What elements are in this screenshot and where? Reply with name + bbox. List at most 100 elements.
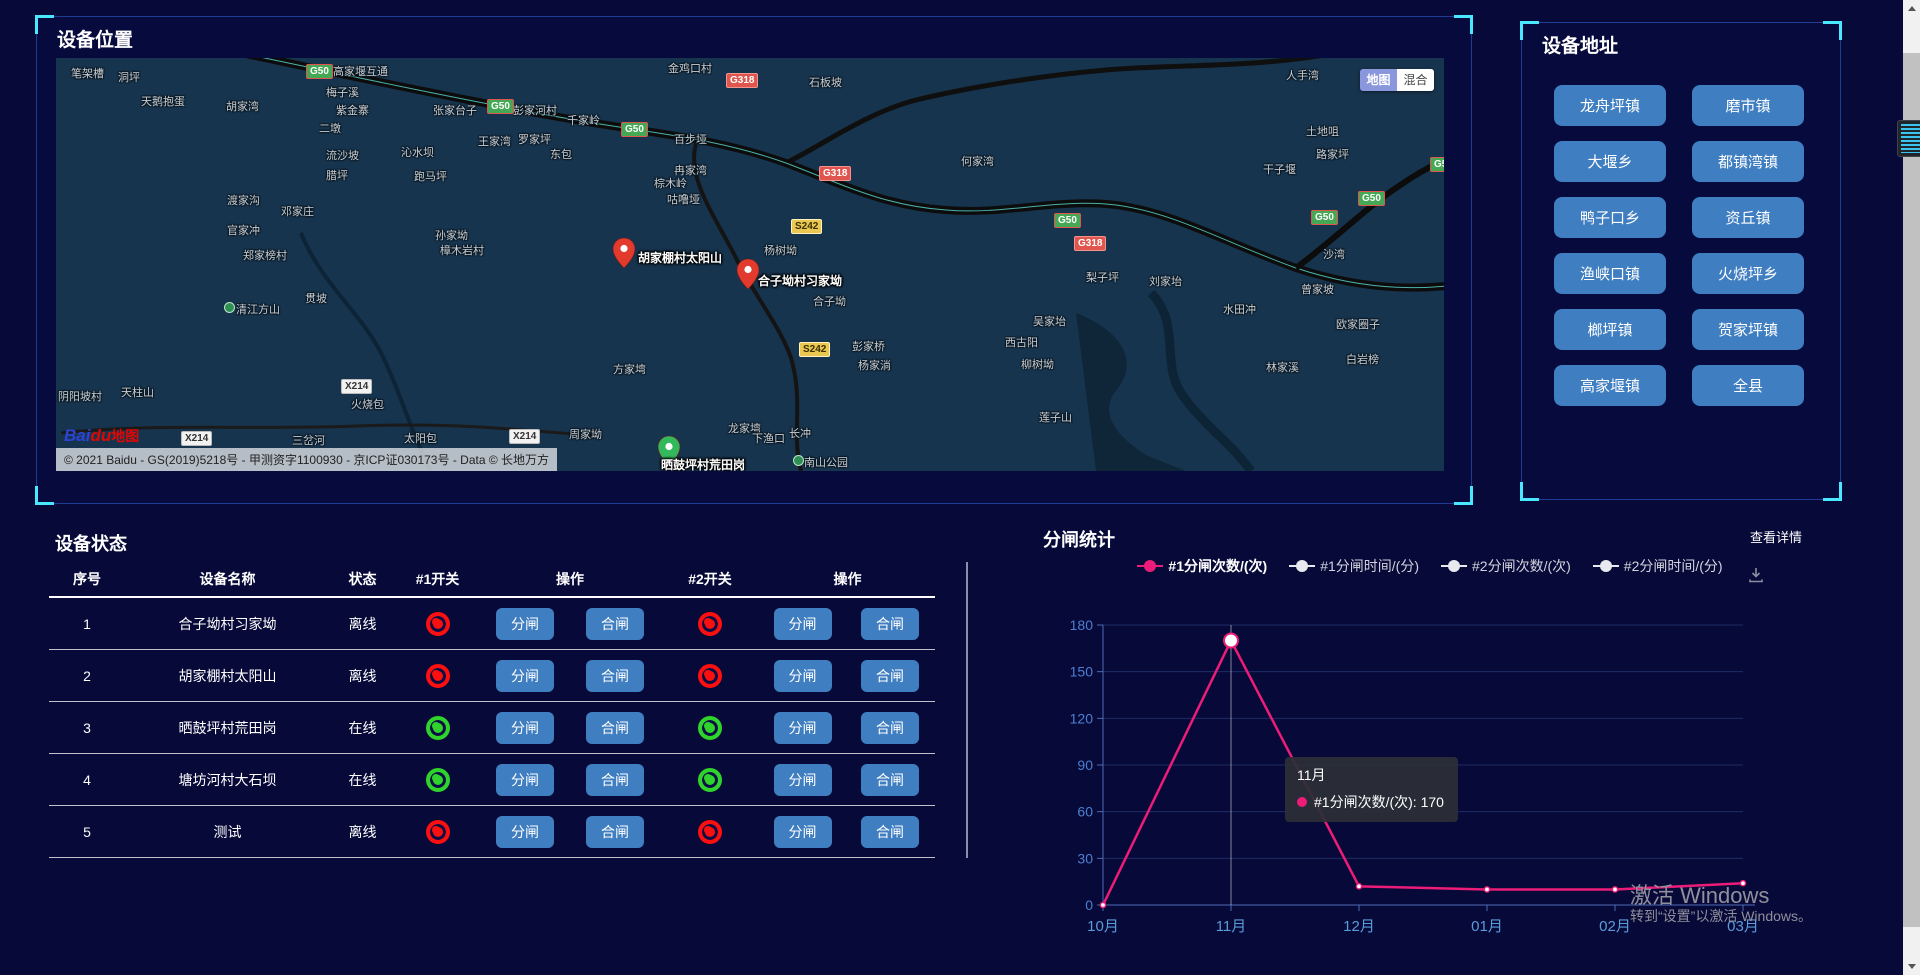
- x-tick-label: 11月: [1216, 918, 1247, 935]
- map-place-label: 刘家坮: [1149, 273, 1182, 289]
- address-button-3[interactable]: 都镇湾镇: [1692, 141, 1804, 182]
- address-button-6[interactable]: 渔峡口镇: [1554, 253, 1666, 294]
- map-place-label: 流沙坡: [326, 147, 359, 163]
- map-type-hybrid[interactable]: 混合: [1397, 69, 1434, 91]
- road-shield-g50: G50: [621, 122, 648, 137]
- map-place-label: 百步垭: [674, 131, 707, 147]
- switch1-open-button[interactable]: 分闸: [496, 660, 554, 692]
- switch1-cell: [395, 612, 480, 636]
- map-place-label: 贯坡: [305, 290, 327, 306]
- baidu-logo-bai: Bai: [64, 426, 90, 445]
- switch1-open-cell: 分闸: [480, 608, 570, 640]
- address-button-11[interactable]: 全县: [1692, 365, 1804, 406]
- road-shield-s242: S242: [799, 342, 830, 357]
- address-button-1[interactable]: 磨市镇: [1692, 85, 1804, 126]
- switch2-open-button[interactable]: 分闸: [774, 816, 832, 848]
- switch1-open-button[interactable]: 分闸: [496, 816, 554, 848]
- corner-decoration: [35, 15, 54, 34]
- switch1-close-button[interactable]: 合闸: [586, 660, 644, 692]
- corner-decoration: [1823, 482, 1842, 501]
- switch1-open-cell: 分闸: [480, 816, 570, 848]
- scrollbar-down-arrow[interactable]: [1908, 964, 1916, 969]
- baidu-map[interactable]: 笔架槽洞坪天鹅抱蛋胡家湾梅子溪紫金寨二墩流沙坡沁水坝跑马坪腊坪渡家沟邓家庄官家冲…: [56, 58, 1444, 471]
- view-details-link[interactable]: 查看详情: [1750, 527, 1802, 546]
- map-type-map[interactable]: 地图: [1360, 69, 1397, 91]
- corner-decoration: [1454, 486, 1473, 505]
- map-place-label: 樟木岩村: [440, 242, 484, 258]
- road-shield-x214: X214: [341, 379, 372, 394]
- legend-circle: [1296, 560, 1308, 572]
- address-button-9[interactable]: 贺家坪镇: [1692, 309, 1804, 350]
- baidu-logo-du: du: [90, 426, 111, 445]
- address-button-4[interactable]: 鸭子口乡: [1554, 197, 1666, 238]
- legend-marker-icon: [1289, 561, 1315, 571]
- legend-item-3[interactable]: #2分闸时间/(分): [1593, 556, 1723, 576]
- address-button-7[interactable]: 火烧坪乡: [1692, 253, 1804, 294]
- device-status: 在线: [330, 770, 395, 790]
- switch2-indicator: [698, 612, 722, 636]
- device-status-title: 设备状态: [55, 530, 127, 556]
- switch1-open-button[interactable]: 分闸: [496, 764, 554, 796]
- address-button-2[interactable]: 大堰乡: [1554, 141, 1666, 182]
- table-scrollbar[interactable]: [966, 562, 968, 858]
- map-place-label: 何家湾: [961, 153, 994, 169]
- switch2-open-button[interactable]: 分闸: [774, 660, 832, 692]
- switch1-indicator: [426, 664, 450, 688]
- x-tick-label: 10月: [1087, 918, 1119, 935]
- switch2-indicator: [698, 820, 722, 844]
- legend-marker-icon: [1593, 561, 1619, 571]
- legend-item-0[interactable]: #1分闸次数/(次): [1137, 556, 1267, 576]
- map-place-label: 笔架槽: [71, 65, 104, 81]
- switch2-open-button[interactable]: 分闸: [774, 764, 832, 796]
- switch1-close-button[interactable]: 合闸: [586, 712, 644, 744]
- switch1-close-cell: 合闸: [570, 660, 660, 692]
- legend-item-2[interactable]: #2分闸次数/(次): [1441, 556, 1571, 576]
- y-tick-label: 60: [1077, 804, 1093, 820]
- switch1-close-button[interactable]: 合闸: [586, 816, 644, 848]
- switch2-close-button[interactable]: 合闸: [861, 816, 919, 848]
- map-place-label: 阴阳坡村: [58, 388, 102, 404]
- map-place-label: 沁水坝: [401, 144, 434, 160]
- series-dot-icon: [1297, 797, 1307, 807]
- address-button-8[interactable]: 榔坪镇: [1554, 309, 1666, 350]
- column-header: 设备名称: [125, 569, 330, 589]
- device-status-table: 序号设备名称状态#1开关操作#2开关操作1合子坳村习家坳离线分闸合闸分闸合闸2胡…: [49, 562, 935, 858]
- switch2-open-cell: 分闸: [760, 608, 845, 640]
- switch1-close-button[interactable]: 合闸: [586, 608, 644, 640]
- map-pin-icon[interactable]: [737, 259, 759, 294]
- switch1-open-button[interactable]: 分闸: [496, 712, 554, 744]
- switch1-open-button[interactable]: 分闸: [496, 608, 554, 640]
- tooltip-title: 11月: [1297, 765, 1444, 785]
- address-button-10[interactable]: 高家堰镇: [1554, 365, 1666, 406]
- river: [1151, 293, 1251, 471]
- floating-widget[interactable]: [1897, 120, 1920, 157]
- map-place-label: 梅子溪: [326, 84, 359, 100]
- scrollbar-up-arrow[interactable]: [1908, 6, 1916, 11]
- switch2-close-button[interactable]: 合闸: [861, 660, 919, 692]
- map-place-label: 清江方山: [236, 301, 280, 317]
- switch2-open-cell: 分闸: [760, 712, 845, 744]
- map-pin-icon[interactable]: [613, 238, 635, 273]
- switch1-close-cell: 合闸: [570, 764, 660, 796]
- table-row: 1合子坳村习家坳离线分闸合闸分闸合闸: [49, 598, 935, 650]
- address-button-0[interactable]: 龙舟坪镇: [1554, 85, 1666, 126]
- switch1-cell: [395, 768, 480, 792]
- column-header: 操作: [760, 569, 935, 589]
- map-place-label: 洞坪: [118, 69, 140, 85]
- baidu-logo[interactable]: Baidu地图: [64, 426, 139, 446]
- map-place-label: 柳树坳: [1021, 356, 1054, 372]
- legend-item-1[interactable]: #1分闸时间/(分): [1289, 556, 1419, 576]
- switch2-open-button[interactable]: 分闸: [774, 608, 832, 640]
- switch2-close-button[interactable]: 合闸: [861, 764, 919, 796]
- map-place-label: 人手湾: [1286, 67, 1319, 83]
- address-button-5[interactable]: 资丘镇: [1692, 197, 1804, 238]
- switch2-close-button[interactable]: 合闸: [861, 712, 919, 744]
- switch2-open-button[interactable]: 分闸: [774, 712, 832, 744]
- scrollbar-thumb[interactable]: [1903, 53, 1920, 927]
- switch2-close-button[interactable]: 合闸: [861, 608, 919, 640]
- switch1-indicator: [426, 768, 450, 792]
- switch1-close-button[interactable]: 合闸: [586, 764, 644, 796]
- switch2-close-cell: 合闸: [845, 660, 935, 692]
- map-place-label: 方家塆: [613, 361, 646, 377]
- dashboard: 设备位置 笔架槽洞坪天鹅抱蛋胡家湾梅子溪紫金寨二墩流沙坡沁水坝跑马坪腊坪渡家沟邓…: [0, 0, 1920, 975]
